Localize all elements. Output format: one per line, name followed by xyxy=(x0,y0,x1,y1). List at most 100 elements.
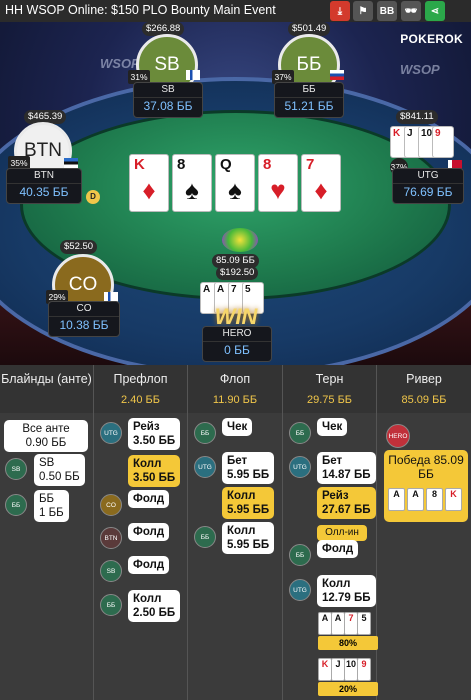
card-suit: ♠ xyxy=(185,175,199,205)
btn-name: BTN xyxy=(34,170,54,181)
col-header-label: Терн xyxy=(315,372,344,386)
hero-bounty: $192.50 xyxy=(216,266,259,280)
hero-name: HERO xyxy=(222,328,252,339)
mini-card: A xyxy=(331,612,345,635)
brand-logo: POKEROK xyxy=(400,32,463,46)
col-header-flop: Флоп 11.90 ББ xyxy=(188,365,283,413)
col-header-label: Префлоп xyxy=(113,372,168,386)
sb-plate: SB 37.08 ББ xyxy=(133,82,203,118)
action-bubble: Колл 3.50 ББ xyxy=(128,455,181,487)
utg-stack: 76.69 ББ xyxy=(393,183,463,201)
board-card: 8 ♠ xyxy=(172,154,212,212)
flag-icon-finland xyxy=(186,70,200,80)
col-header-pot: 2.40 ББ xyxy=(121,394,160,406)
card-rank: Q xyxy=(220,156,232,173)
pos-badge-бб: ББ xyxy=(100,594,122,616)
allin-tag: Олл-ин xyxy=(317,525,367,541)
pos-badge-бб: ББ xyxy=(194,526,216,548)
btn-plate: BTN 40.35 ББ xyxy=(6,168,82,204)
bb-name: ББ xyxy=(302,84,316,95)
share-icon[interactable]: ⋖ xyxy=(425,1,445,21)
card-rank: K xyxy=(393,128,401,139)
action-bubble: Колл 5.95 ББ xyxy=(222,487,275,519)
pos-badge-utg: UTG xyxy=(289,456,311,478)
action-bubble: Чек xyxy=(317,418,348,436)
pos-badge-sb: SB xyxy=(5,458,27,480)
action-bubble: Фолд xyxy=(128,490,170,508)
board-card: 7 ♦ xyxy=(301,154,341,212)
utg-name: UTG xyxy=(417,170,439,181)
col-header-pot: 29.75 ББ xyxy=(306,394,353,406)
equity-badge: 20% xyxy=(318,682,378,696)
bb-stack: 51.21 ББ xyxy=(275,97,343,115)
mini-card: A xyxy=(407,488,424,511)
action-bubble: Рейз 3.50 ББ xyxy=(128,418,181,450)
pos-badge-utg: UTG xyxy=(100,422,122,444)
co-plate: CO 10.38 ББ xyxy=(48,301,120,337)
sb-blind-bubble: SB 0.50 ББ xyxy=(34,454,85,486)
action-bubble: Фолд xyxy=(128,523,170,541)
card-rank: 5 xyxy=(245,284,251,295)
mini-card: 9 xyxy=(357,658,371,681)
bb-icon[interactable]: BB xyxy=(377,1,397,21)
action-bubble: Колл 5.95 ББ xyxy=(222,522,275,554)
col-header-pot: 11.90 ББ xyxy=(212,394,258,406)
hero-plate: HERO 0 ББ xyxy=(202,326,272,362)
hole-card: 9 xyxy=(432,126,454,158)
action-bubble: Бет 5.95 ББ xyxy=(222,452,275,484)
card-rank: 7 xyxy=(306,156,315,173)
card-rank: 10 xyxy=(421,128,433,139)
poker-table: WSOP WSOP POKEROK $266.88 SB 31% SB 37.0… xyxy=(0,22,471,365)
mini-card: K xyxy=(445,488,462,511)
action-bubble: Чек xyxy=(222,418,253,436)
pos-badge-co: CO xyxy=(100,494,122,516)
pos-badge-бб: ББ xyxy=(289,544,311,566)
sb-name: SB xyxy=(161,84,175,95)
mini-card: J xyxy=(331,658,345,681)
flag-icon[interactable]: ⚑ xyxy=(353,1,373,21)
river-win-text: Победа 85.09 ББ xyxy=(388,453,464,481)
pos-badge-бб: ББ xyxy=(194,422,216,444)
wsop-logo-right: WSOP xyxy=(400,62,440,77)
card-rank: A xyxy=(203,284,211,295)
equity-badge: 80% xyxy=(318,636,378,650)
card-rank: 8 xyxy=(177,156,186,173)
action-bubble: Рейз 27.67 ББ xyxy=(317,487,376,519)
mini-card: 8 xyxy=(426,488,443,511)
col-header-pot: 85.09 ББ xyxy=(401,394,447,406)
header-bar: HH WSOP Online: $150 PLO Bounty Main Eve… xyxy=(0,0,471,22)
board-card: Q ♠ xyxy=(215,154,255,212)
sb-stack: 37.08 ББ xyxy=(134,97,202,115)
card-rank: A xyxy=(217,284,225,295)
incognito-icon[interactable]: 🕶 xyxy=(401,1,421,21)
col-header-blinds: Блайнды (анте) xyxy=(0,365,94,413)
pos-badge-бб: ББ xyxy=(289,422,311,444)
co-bounty: $52.50 xyxy=(60,240,98,254)
col-header-label: Флоп xyxy=(219,372,251,386)
card-rank: K xyxy=(134,156,145,173)
card-rank: 7 xyxy=(231,284,237,295)
co-stack: 10.38 ББ xyxy=(49,316,119,334)
pos-badge-btn: BTN xyxy=(100,527,122,549)
mini-card: 5 xyxy=(357,612,371,635)
pos-badge-hero: HERO xyxy=(386,424,410,448)
wsop-logo-left: WSOP xyxy=(100,56,140,71)
mini-card: A xyxy=(318,612,332,635)
page-title: HH WSOP Online: $150 PLO Bounty Main Eve… xyxy=(5,3,276,17)
card-suit: ♥ xyxy=(270,175,286,205)
download-icon[interactable]: ⤓ xyxy=(330,1,350,21)
action-bubble: Фолд xyxy=(317,540,359,558)
win-label: WIN xyxy=(214,304,258,329)
mini-card: 7 xyxy=(344,612,358,635)
co-name: CO xyxy=(76,303,92,314)
card-suit: ♦ xyxy=(142,175,156,205)
card-suit: ♦ xyxy=(314,175,328,205)
card-rank: J xyxy=(407,128,413,139)
dealer-button: D xyxy=(86,190,100,204)
bb-blind-bubble: ББ 1 ББ xyxy=(34,490,69,522)
utg-plate: UTG 76.69 ББ xyxy=(392,168,464,204)
mini-card: 10 xyxy=(344,658,358,681)
board-card: 8 ♥ xyxy=(258,154,298,212)
card-rank: 8 xyxy=(263,156,272,173)
pos-badge-utg: UTG xyxy=(289,579,311,601)
